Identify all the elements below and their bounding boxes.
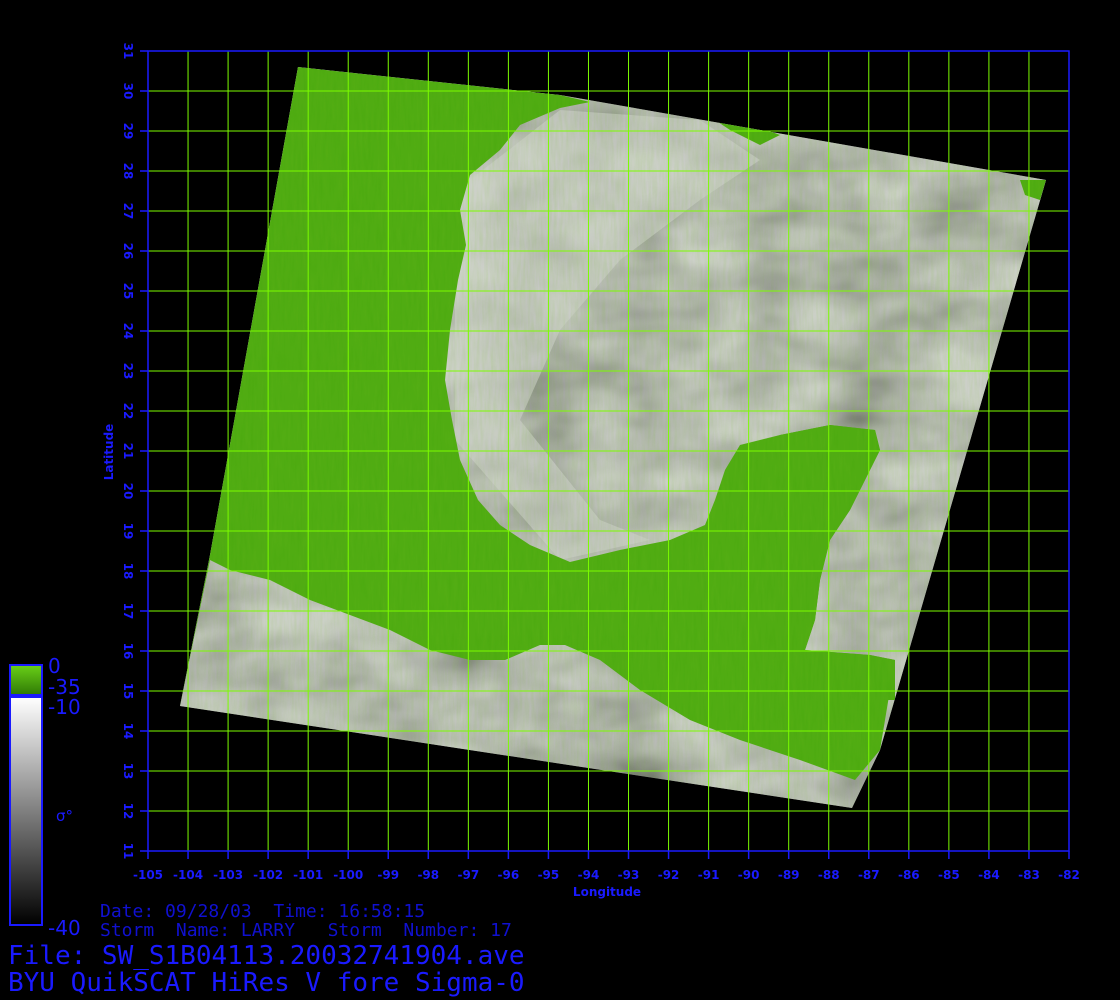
y-tick-label: 31 <box>121 43 135 60</box>
y-tick-label: 27 <box>121 203 135 220</box>
scatterometer-map: -105 -104 -103 -102 -101 -100 -99 -98 -97 -96 -95-… <box>9 43 1080 926</box>
x-axis-title: Longitude <box>573 885 641 899</box>
colorbar-sigma-gradient <box>9 696 43 926</box>
x-tick-label: -86 <box>898 868 920 882</box>
y-tick-label: 17 <box>121 603 135 620</box>
colorbar-land-max: 0 <box>48 654 61 678</box>
y-tick-label: 13 <box>121 763 135 780</box>
x-tick-label: -84 <box>978 868 1000 882</box>
x-tick-label: -100 <box>333 868 363 882</box>
x-tick-label: -104 <box>173 868 203 882</box>
colorbar <box>9 664 43 926</box>
x-tick-label: -88 <box>818 868 840 882</box>
y-tick-label: 20 <box>121 483 135 500</box>
x-tick-label: -105 <box>133 868 163 882</box>
y-tick-label: 30 <box>121 83 135 100</box>
y-axis-title: Latitude <box>102 424 116 481</box>
lat-lon-grid <box>148 51 1069 851</box>
product-title: BYU QuikSCAT HiRes V fore Sigma-0 <box>8 968 525 998</box>
x-tick-label: -95 <box>538 868 560 882</box>
x-tick-label: -82 <box>1058 868 1080 882</box>
colorbar-title: σ° <box>56 807 74 825</box>
y-tick-label: 16 <box>121 643 135 660</box>
x-tick-label: -98 <box>417 868 439 882</box>
storm-line: Storm Name: LARRY Storm Number: 17 <box>100 920 512 941</box>
y-tick-label: 21 <box>121 443 135 460</box>
y-tick-label: 25 <box>121 283 135 300</box>
x-tick-label: -103 <box>213 868 243 882</box>
y-tick-label: 11 <box>121 843 135 860</box>
y-tick-label: 23 <box>121 363 135 380</box>
file-line: File: SW_S1B04113.20032741904.ave <box>8 941 525 971</box>
y-tick-label: 28 <box>121 163 135 180</box>
x-tick-label: -96 <box>498 868 520 882</box>
x-tick-label: -93 <box>618 868 640 882</box>
longitude-axis: -105 -104 -103 -102 -101 -100 -99 -98 -97 -96 -95 -… <box>133 851 1080 882</box>
x-tick-label: -91 <box>698 868 720 882</box>
y-tick-label: 24 <box>121 323 135 340</box>
x-tick-label: -90 <box>738 868 760 882</box>
x-tick-label: -87 <box>858 868 880 882</box>
x-tick-label: -97 <box>458 868 480 882</box>
colorbar-land-min: -35 <box>48 675 81 699</box>
y-tick-label: 22 <box>121 403 135 420</box>
y-tick-label: 18 <box>121 563 135 580</box>
y-tick-label: 14 <box>121 723 135 740</box>
latitude-axis: 11 12 13 14 15 16 17 18 19 20 21 22 23 24 25 26 27 28 29 30… <box>121 43 148 860</box>
y-tick-label: 15 <box>121 683 135 700</box>
colorbar-land-swatch <box>9 664 43 696</box>
x-tick-label: -102 <box>253 868 283 882</box>
y-tick-label: 19 <box>121 523 135 540</box>
y-tick-label: 29 <box>121 123 135 140</box>
y-tick-label: 26 <box>121 243 135 260</box>
x-tick-label: -85 <box>938 868 960 882</box>
x-tick-label: -89 <box>778 868 800 882</box>
swath-image <box>180 67 1046 808</box>
colorbar-sigma-max: -10 <box>48 695 81 719</box>
y-tick-label: 12 <box>121 803 135 820</box>
date-time-line: Date: 09/28/03 Time: 16:58:15 <box>100 901 426 922</box>
x-tick-label: -99 <box>377 868 399 882</box>
x-tick-label: -101 <box>293 868 323 882</box>
colorbar-sigma-min: -40 <box>48 916 81 940</box>
x-tick-label: -94 <box>578 868 600 882</box>
x-tick-label: -92 <box>658 868 680 882</box>
x-tick-label: -83 <box>1018 868 1040 882</box>
